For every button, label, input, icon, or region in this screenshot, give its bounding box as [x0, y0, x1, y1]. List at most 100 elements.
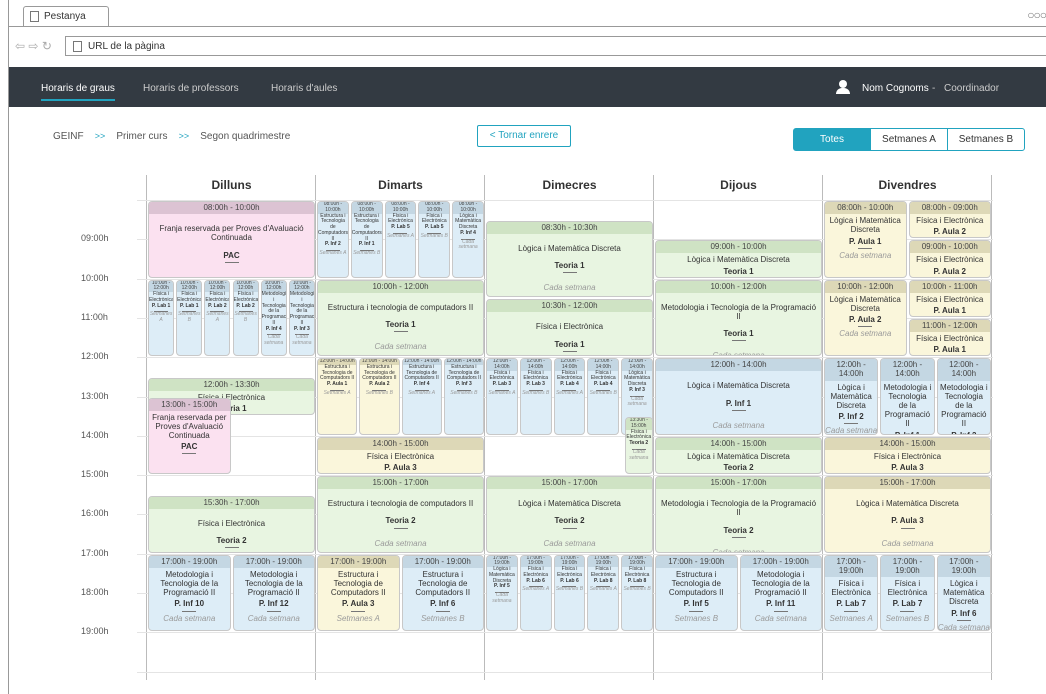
event-frequency: Setmanes A [522, 586, 550, 593]
event-block[interactable]: 09:00h - 10:00h Física i Electrònica P. Au… [908, 240, 991, 278]
event-block[interactable]: 12:00h - 14:00h Lògica i Matemàtica Discr… [824, 358, 879, 435]
event-block[interactable]: 12:00h - 14:00h Lògica i Matemàtica Discr… [655, 358, 822, 435]
event-block[interactable]: 14:00h - 15:00h Física i Electrònica P. Au… [824, 436, 991, 475]
event-room: P. Aula 1 [933, 345, 966, 355]
event-block[interactable]: 10:30h - 12:00h Física i Electrònica Teori… [486, 299, 653, 357]
event-block[interactable]: 08:00h - 10:00h Franja reservada per Prov… [148, 201, 315, 278]
forward-arrow-icon[interactable]: ⇨ [28, 39, 38, 53]
event-block[interactable]: 12:00h - 14:00h Estructura i Tecnologia d… [317, 358, 358, 435]
column-divider [991, 175, 992, 680]
filter-totes[interactable]: Totes [793, 128, 871, 151]
back-arrow-icon[interactable]: ⇦ [15, 39, 25, 53]
event-block[interactable]: 08:00h - 10:00h Estructura i Tecnologia d… [317, 201, 349, 278]
event-block[interactable]: 17:00h - 19:00h Física i Electrònica P. La… [553, 554, 586, 632]
event-block[interactable]: 11:00h - 12:00h Física i Electrònica P. Au… [908, 318, 991, 357]
event-block[interactable]: 10:00h - 12:00h Estructura i tecnologia d… [317, 279, 484, 357]
event-block[interactable]: 17:00h - 19:00h Lògica i Matemàtica Discr… [486, 554, 518, 632]
event-block[interactable]: 10:00h - 12:00h Metodologia i Tecnologia … [288, 279, 315, 357]
event-block[interactable]: 12:00h - 14:00h Física i Electrònica P. La… [486, 358, 518, 435]
event-block[interactable]: 17:00h - 19:00h Estructura i Tecnologia d… [317, 554, 400, 632]
breadcrumb-semester[interactable]: Segon quadrimestre [200, 131, 290, 142]
event-block[interactable]: 10:00h - 11:00h Física i Electrònica P. Au… [908, 279, 991, 317]
reload-icon[interactable]: ↻ [42, 39, 52, 53]
window-controls[interactable]: ○○○ [1027, 8, 1046, 22]
url-bar[interactable]: URL de la pàgina [65, 36, 1046, 56]
event-block[interactable]: 17:00h - 19:00h Estructura i Tecnologia d… [401, 554, 484, 632]
event-time: 17:00h - 19:00h [656, 555, 737, 568]
nav-horaris-graus[interactable]: Horaris de graus [41, 83, 115, 101]
event-time: 17:00h - 19:00h [740, 555, 821, 568]
event-block[interactable]: 08:00h - 10:00h Estructura i Tecnologia d… [350, 201, 383, 278]
event-block[interactable]: 13:00h - 15:00h Franja reservada per Prov… [148, 397, 231, 475]
tab-title: Pestanya [44, 11, 86, 22]
event-block[interactable]: 12:00h - 14:00h Estructura i Tecnologia d… [443, 358, 484, 435]
event-block[interactable]: 17:00h - 19:00h Física i Electrònica P. La… [587, 554, 620, 632]
event-block[interactable]: 09:00h - 10:00h Lògica i Matemàtica Discr… [655, 240, 822, 278]
event-subject: Física i Electrònica [523, 566, 549, 578]
event-block[interactable]: 08:30h - 10:30h Lògica i Matemàtica Discr… [486, 220, 653, 298]
event-time: 15:30h - 17:00h [149, 496, 314, 509]
event-block[interactable]: 10:00h - 12:00h Física i Electrònica P. La… [176, 279, 203, 357]
event-block[interactable]: 08:00h - 10:00h Física i Electrònica P. La… [418, 201, 451, 278]
event-frequency: Setmanes A [386, 232, 415, 239]
event-block[interactable]: 10:00h - 12:00h Física i Electrònica P. La… [204, 279, 231, 357]
event-block[interactable]: 10:00h - 12:00h Física i Electrònica P. La… [232, 279, 259, 357]
event-frequency: Setmanes A [149, 311, 173, 324]
event-block[interactable]: 12:00h - 14:00h Estructura i Tecnologia d… [359, 358, 400, 435]
hour-label: 09:00h [81, 233, 109, 244]
event-block[interactable]: 08:00h - 10:00h Lògica i Matemàtica Discr… [824, 201, 907, 278]
event-room: P. Lab 4 [560, 381, 579, 388]
event-block[interactable]: 15:00h - 17:00h Lògica i Matemàtica Discr… [486, 476, 653, 553]
event-room: P. Inf 10 [174, 599, 205, 609]
user-name[interactable]: Nom Cognoms [862, 83, 929, 94]
event-block[interactable]: 13:30h - 15:00h Física i Electrònica Teori… [624, 417, 653, 475]
event-block[interactable]: 15:00h - 17:00h Metodologia i Tecnologia … [655, 476, 822, 553]
event-block[interactable]: 12:00h - 14:00h Física i Electrònica P. La… [553, 358, 586, 435]
event-subject: Lògica i Matemàtica Discreta [829, 294, 901, 313]
filter-setmanes-b[interactable]: Setmanes B [947, 128, 1025, 151]
nav-horaris-aules[interactable]: Horaris d'aules [271, 83, 337, 94]
event-block[interactable]: 17:00h - 19:00h Lògica i Matemàtica Discr… [936, 554, 991, 632]
event-block[interactable]: 10:00h - 12:00h Lògica i Matemàtica Discr… [824, 279, 907, 357]
event-block[interactable]: 10:00h - 12:00h Física i Electrònica P. La… [148, 279, 175, 357]
event-block[interactable]: 12:00h - 14:00h Física i Electrònica P. La… [519, 358, 552, 435]
event-block[interactable]: 17:00h - 19:00h Metodologia i Tecnologia … [232, 554, 315, 632]
event-block[interactable]: 15:30h - 17:00h Física i Electrònica Teori… [148, 495, 315, 553]
event-frequency: Cada setmana [839, 329, 892, 339]
breadcrumb-degree[interactable]: GEINF [53, 131, 84, 142]
event-block[interactable]: 14:00h - 15:00h Lògica i Matemàtica Discr… [655, 436, 822, 475]
event-subject: Estructura i Tecnologia de Computadors I… [362, 363, 397, 382]
event-subject: Lògica i Matemàtica Discreta [687, 451, 790, 461]
event-block[interactable]: 08:00h - 09:00h Física i Electrònica P. Au… [908, 201, 991, 239]
breadcrumb-course[interactable]: Primer curs [116, 131, 167, 142]
user-icon[interactable] [836, 80, 850, 94]
event-block[interactable]: 12:00h - 14:00h Estructura i Tecnologia d… [401, 358, 442, 435]
event-room: P. Lab 5 [425, 224, 444, 230]
event-subject: Física i Electrònica [233, 291, 259, 303]
breadcrumb: GEINF >> Primer curs >> Segon quadrimest… [53, 131, 290, 142]
event-block[interactable]: 12:00h - 14:00h Metodologia i Tecnologia … [880, 358, 935, 435]
event-frequency: Setmanes A [555, 389, 584, 396]
event-block[interactable]: 10:00h - 12:00h Metodologia i Tecnologia … [260, 279, 287, 357]
event-block[interactable]: 17:00h - 19:00h Física i Electrònica P. La… [824, 554, 879, 632]
browser-tab[interactable]: Pestanya [23, 6, 109, 26]
event-block[interactable]: 15:00h - 17:00h Lògica i Matemàtica Discr… [824, 476, 991, 553]
event-block[interactable]: 15:00h - 17:00h Estructura i tecnologia d… [317, 476, 484, 553]
event-block[interactable]: 12:00h - 14:00h Metodologia i Tecnologia … [936, 358, 991, 435]
event-room: P. Aula 2 [933, 266, 966, 276]
day-header: Dijous [720, 178, 757, 192]
event-block[interactable]: 17:00h - 19:00h Metodologia i Tecnologia … [739, 554, 822, 632]
event-block[interactable]: 14:00h - 15:00h Física i Electrònica P. Au… [317, 436, 484, 475]
event-block[interactable]: 17:00h - 19:00h Metodologia i Tecnologia … [148, 554, 231, 632]
event-block[interactable]: 17:00h - 19:00h Física i Electrònica P. La… [880, 554, 935, 632]
back-button[interactable]: < Tornar enrere [477, 125, 571, 147]
event-block[interactable]: 08:00h - 10:00h Lògica i Matemàtica Discr… [452, 201, 484, 278]
nav-horaris-professors[interactable]: Horaris de professors [143, 83, 239, 94]
event-block[interactable]: 12:00h - 14:00h Física i Electrònica P. La… [587, 358, 620, 435]
filter-setmanes-a[interactable]: Setmanes A [870, 128, 948, 151]
event-block[interactable]: 17:00h - 19:00h Estructura i Tecnologia d… [655, 554, 738, 632]
event-block[interactable]: 08:00h - 10:00h Física i Electrònica P. La… [384, 201, 417, 278]
event-block[interactable]: 17:00h - 19:00h Física i Electrònica P. La… [519, 554, 552, 632]
event-block[interactable]: 10:00h - 12:00h Metodologia i Tecnologia … [655, 279, 822, 357]
event-block[interactable]: 17:00h - 19:00h Física i Electrònica P. La… [621, 554, 653, 632]
